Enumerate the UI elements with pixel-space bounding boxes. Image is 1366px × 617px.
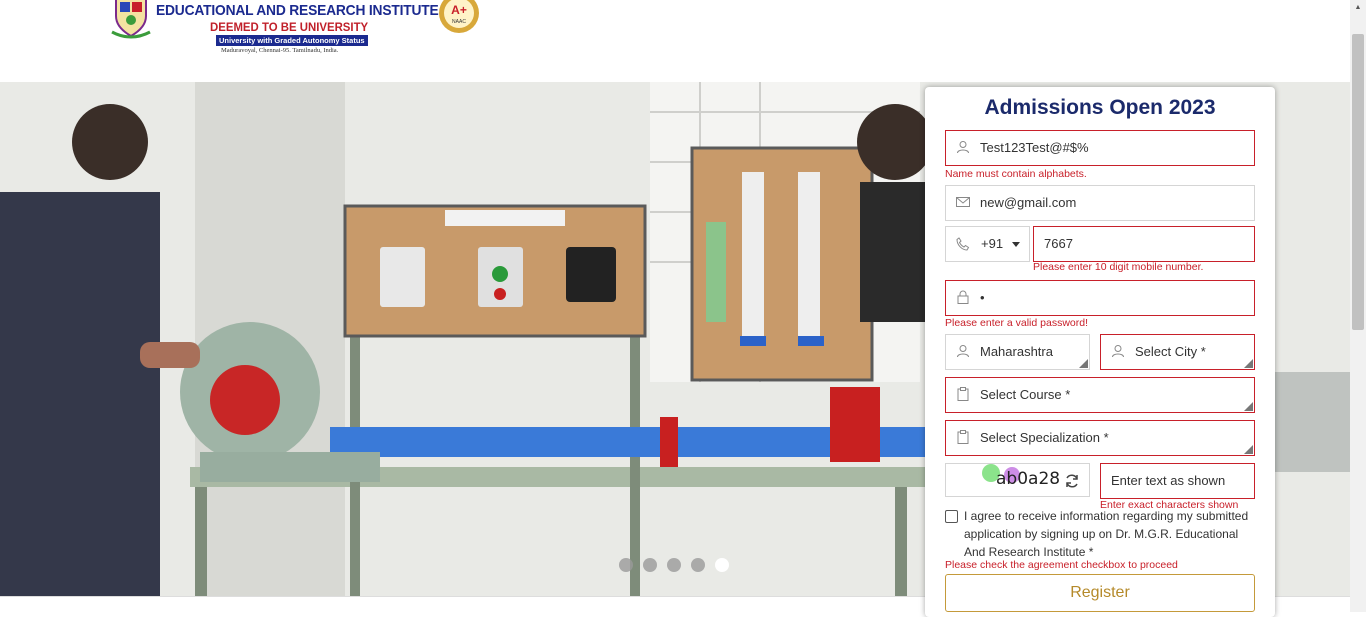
- naac-badge-icon: A+ NAAC: [439, 0, 479, 33]
- institute-status: DEEMED TO BE UNIVERSITY: [210, 20, 369, 34]
- register-button[interactable]: Register: [945, 574, 1255, 612]
- captcha-input-placeholder: Enter text as shown: [1111, 473, 1226, 488]
- resize-corner-icon: [1244, 359, 1253, 368]
- user-icon: [957, 141, 969, 154]
- mobile-field[interactable]: 7667: [1033, 226, 1255, 262]
- course-select[interactable]: Select Course *: [945, 377, 1255, 413]
- city-select-placeholder: Select City *: [1135, 344, 1206, 359]
- captcha-text: ab0a28: [996, 469, 1061, 489]
- slider-dot-active[interactable]: [715, 558, 729, 572]
- state-select[interactable]: Maharashtra: [945, 334, 1090, 370]
- name-error: Name must contain alphabets.: [945, 168, 1087, 180]
- name-input-value: Test123Test@#$%: [980, 140, 1089, 155]
- course-select-placeholder: Select Course *: [980, 387, 1071, 402]
- scroll-up-icon[interactable]: ▲: [1350, 0, 1366, 16]
- password-field[interactable]: •: [945, 280, 1255, 316]
- slider-dot[interactable]: [643, 558, 657, 572]
- institute-autonomy: University with Graded Autonomy Status: [216, 35, 368, 46]
- agree-checkbox[interactable]: [945, 510, 958, 523]
- admission-form-panel: Admissions Open 2023 Test123Test@#$% Nam…: [925, 87, 1275, 617]
- institute-name: EDUCATIONAL AND RESEARCH INSTITUTE: [156, 2, 439, 19]
- clipboard-icon: [957, 430, 969, 444]
- email-input-value: new@gmail.com: [980, 195, 1077, 210]
- slider-dots: [619, 558, 729, 572]
- agree-error: Please check the agreement checkbox to p…: [945, 559, 1178, 571]
- resize-corner-icon: [1244, 445, 1253, 454]
- specialization-select-placeholder: Select Specialization *: [980, 430, 1109, 445]
- agree-label: I agree to receive information regarding…: [964, 509, 1249, 559]
- slider-dot[interactable]: [619, 558, 633, 572]
- scroll-thumb[interactable]: [1352, 34, 1364, 330]
- envelope-icon: [956, 197, 970, 207]
- institute-address: Maduravoyal, Chennai-95. Tamilnadu, Indi…: [221, 47, 339, 54]
- city-select[interactable]: Select City *: [1100, 334, 1255, 370]
- mobile-input-value: 7667: [1044, 236, 1073, 251]
- captcha-image: ab0a28: [945, 463, 1090, 497]
- university-crest-icon: [111, 0, 151, 39]
- phone-icon: [956, 237, 970, 251]
- slider-dot[interactable]: [667, 558, 681, 572]
- naac-label: NAAC: [452, 19, 466, 25]
- name-field[interactable]: Test123Test@#$%: [945, 130, 1255, 166]
- email-field[interactable]: new@gmail.com: [945, 185, 1255, 221]
- country-code-value: +91: [981, 236, 1004, 251]
- refresh-icon[interactable]: [1064, 473, 1080, 489]
- slider-dot[interactable]: [691, 558, 705, 572]
- state-select-value: Maharashtra: [980, 344, 1053, 359]
- password-error: Please enter a valid password!: [945, 317, 1088, 329]
- form-title: Admissions Open 2023: [984, 96, 1216, 119]
- person-icon: [957, 345, 969, 358]
- page-scrollbar[interactable]: ▲: [1350, 0, 1366, 612]
- person-icon: [1112, 345, 1124, 358]
- lock-icon: [957, 290, 969, 304]
- site-header: EDUCATIONAL AND RESEARCH INSTITUTE DEEME…: [0, 0, 1350, 82]
- password-input-value: •: [980, 290, 985, 305]
- institute-logo[interactable]: EDUCATIONAL AND RESEARCH INSTITUTE DEEME…: [108, 0, 488, 60]
- naac-grade: A+: [451, 3, 467, 17]
- resize-corner-icon: [1079, 359, 1088, 368]
- resize-corner-icon: [1244, 402, 1253, 411]
- specialization-select[interactable]: Select Specialization *: [945, 420, 1255, 456]
- chevron-down-icon: [1012, 242, 1020, 247]
- clipboard-icon: [957, 387, 969, 401]
- mobile-error: Please enter 10 digit mobile number.: [1033, 261, 1204, 273]
- captcha-input[interactable]: Enter text as shown: [1100, 463, 1255, 499]
- country-code-select[interactable]: +91: [945, 226, 1030, 262]
